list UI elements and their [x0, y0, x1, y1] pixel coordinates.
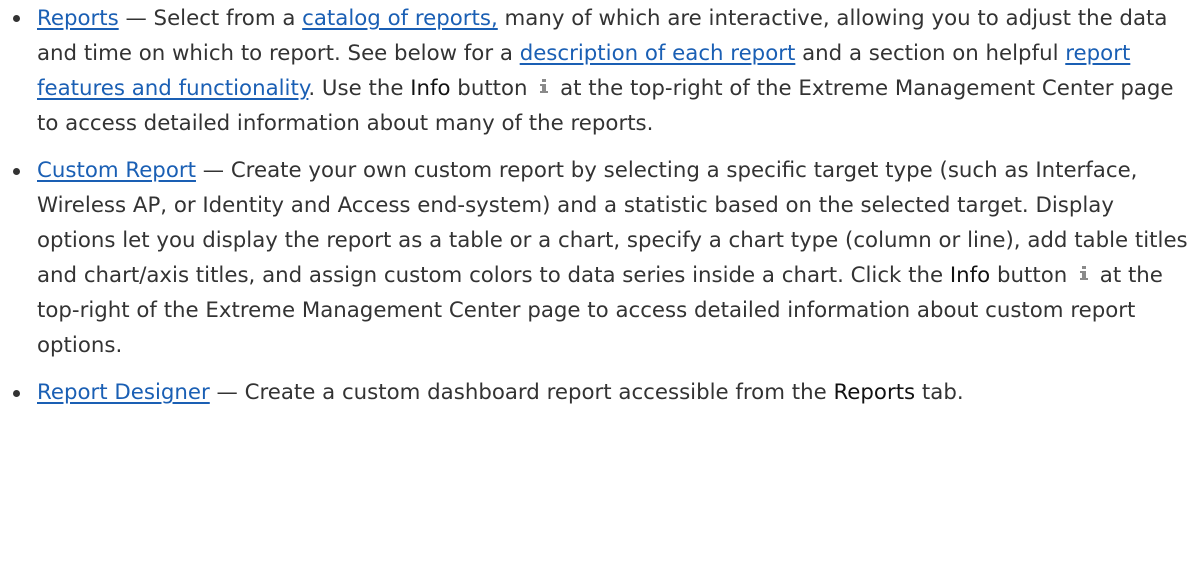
text: and a section on helpful — [795, 41, 1066, 66]
info-label: Info — [949, 263, 991, 288]
document-body: Reports — Select from a catalog of repor… — [0, 0, 1202, 586]
bullet-icon — [13, 168, 20, 175]
text: — — [209, 380, 245, 405]
info-label: Info — [410, 76, 451, 101]
text: Select from a — [153, 6, 303, 31]
bullet-icon — [13, 15, 20, 22]
report-designer-link[interactable]: Report Designer — [37, 380, 210, 405]
text: — — [118, 6, 154, 31]
bullet-icon — [13, 390, 20, 397]
description-of-each-report-link[interactable]: description of each report — [520, 41, 796, 66]
text: — — [195, 158, 231, 183]
text: Create a custom dashboard report accessi… — [244, 380, 834, 405]
text: . Use the — [308, 76, 411, 101]
info-icon — [537, 77, 551, 96]
list-item-reports: Reports — Select from a catalog of repor… — [0, 0, 1202, 141]
reports-tab-label: Reports — [833, 380, 916, 405]
list-item-custom-report: Custom Report — Create your own custom r… — [0, 153, 1202, 363]
custom-report-link[interactable]: Custom Report — [37, 158, 196, 183]
reports-link[interactable]: Reports — [37, 6, 119, 31]
report-options-list: Reports — Select from a catalog of repor… — [0, 0, 1202, 410]
text: button — [990, 263, 1074, 288]
text: tab. — [915, 380, 964, 405]
catalog-of-reports-link[interactable]: catalog of reports, — [302, 6, 498, 31]
info-icon — [1077, 264, 1091, 283]
text: button — [450, 76, 535, 101]
list-item-report-designer: Report Designer — Create a custom dashbo… — [0, 375, 1202, 410]
